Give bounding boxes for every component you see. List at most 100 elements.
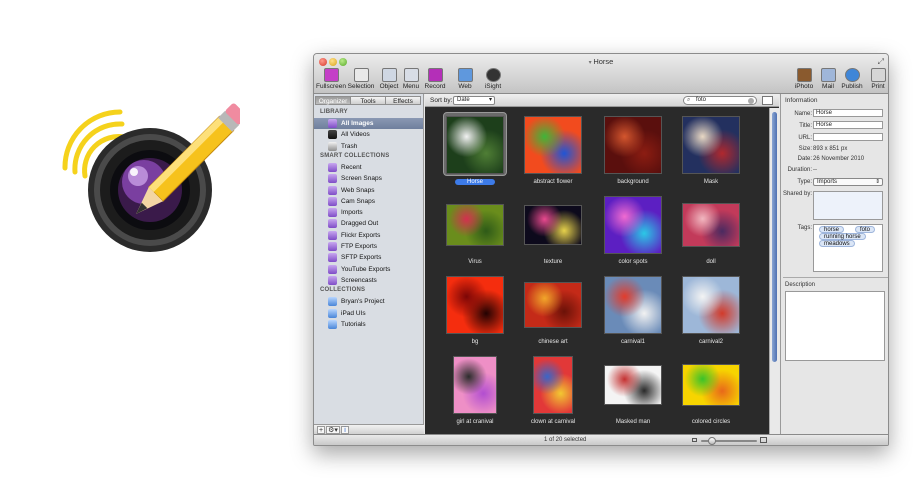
sidebar-tabs: Organizer Tools Effects: [315, 96, 421, 105]
search-input[interactable]: ⌕ foto: [683, 96, 757, 105]
thumbnail-image[interactable]: [446, 276, 504, 334]
thumbnail-caption[interactable]: color spots: [593, 259, 673, 265]
thumbnail-image[interactable]: [453, 356, 497, 414]
tags-field[interactable]: horse foto running horse meadows: [813, 224, 883, 272]
thumbnail-item[interactable]: doll: [671, 192, 751, 272]
tab-tools[interactable]: Tools: [350, 96, 386, 105]
selection-icon: [353, 68, 369, 82]
thumbnail-item[interactable]: Virus: [435, 192, 515, 272]
thumbnail-image[interactable]: [446, 116, 504, 174]
sidebar-item-recent[interactable]: Recent: [314, 162, 423, 173]
toolbar-fullscreen-button[interactable]: Fullscreen: [315, 68, 347, 92]
sort-select[interactable]: Date: [453, 96, 495, 105]
thumbnail-image[interactable]: [682, 364, 740, 406]
sidebar-item-flickr-exports[interactable]: Flickr Exports: [314, 230, 423, 241]
large-thumbnail-icon[interactable]: [760, 437, 767, 443]
thumbnail-image[interactable]: [682, 203, 740, 247]
sidebar-item-imports[interactable]: Imports: [314, 207, 423, 218]
small-thumbnail-icon[interactable]: [692, 438, 697, 442]
sidebar-item-bryan-s-project[interactable]: Bryan's Project: [314, 296, 423, 307]
fullscreen-corner-icon[interactable]: ⤢: [878, 57, 884, 67]
vertical-scrollbar[interactable]: [769, 108, 779, 435]
thumbnail-item[interactable]: color spots: [593, 192, 673, 272]
thumbnail-image[interactable]: [533, 356, 573, 414]
sidebar-item-all-images[interactable]: All Images: [314, 118, 423, 129]
clear-search-icon[interactable]: [748, 98, 754, 104]
thumbnail-caption[interactable]: carnival1: [593, 339, 673, 345]
thumbnail-caption[interactable]: background: [593, 179, 673, 185]
thumbnail-caption[interactable]: texture: [513, 259, 593, 265]
shared-by-box[interactable]: [813, 191, 883, 220]
sidebar-item-screen-snaps[interactable]: Screen Snaps: [314, 173, 423, 184]
view-mode-button[interactable]: [762, 96, 773, 105]
thumbnail-image[interactable]: [604, 365, 662, 405]
add-button[interactable]: +: [317, 426, 325, 434]
url-field[interactable]: [813, 133, 883, 141]
scrollbar-thumb[interactable]: [772, 112, 777, 362]
thumbnail-caption[interactable]: bg: [435, 339, 515, 345]
thumbnail-caption[interactable]: girl at cranival: [435, 419, 515, 425]
sidebar-item-dragged-out[interactable]: Dragged Out: [314, 218, 423, 229]
thumbnail-item[interactable]: texture: [513, 192, 593, 272]
description-field[interactable]: [785, 291, 885, 361]
toolbar-record-button[interactable]: Record: [419, 68, 451, 92]
thumbnail-image[interactable]: [524, 282, 582, 328]
tag-token[interactable]: horse: [819, 226, 845, 233]
thumbnail-image[interactable]: [682, 116, 740, 174]
title-field[interactable]: Horse: [813, 121, 883, 129]
thumbnail-caption[interactable]: chinese art: [513, 339, 593, 345]
sidebar-item-trash[interactable]: Trash: [314, 141, 423, 152]
tag-token[interactable]: meadows: [819, 240, 855, 247]
thumbnail-item[interactable]: Mask: [671, 112, 751, 192]
thumbnail-item[interactable]: girl at cranival: [435, 352, 515, 432]
thumbnail-caption[interactable]: Mask: [671, 179, 751, 185]
thumbnail-caption[interactable]: Horse: [455, 179, 495, 185]
toolbar-print-button[interactable]: Print: [862, 68, 888, 92]
thumbnail-item[interactable]: carnival2: [671, 272, 751, 352]
name-field[interactable]: Horse: [813, 109, 883, 117]
thumbnail-image[interactable]: [604, 276, 662, 334]
tab-effects[interactable]: Effects: [385, 96, 421, 105]
thumbnail-caption[interactable]: carnival2: [671, 339, 751, 345]
thumbnail-caption[interactable]: Virus: [435, 259, 515, 265]
sidebar-item-tutorials[interactable]: Tutorials: [314, 319, 423, 330]
sidebar-item-all-videos[interactable]: All Videos: [314, 129, 423, 140]
thumbnail-image[interactable]: [682, 276, 740, 334]
thumbnail-item[interactable]: bg: [435, 272, 515, 352]
thumbnail-caption[interactable]: colored circles: [671, 419, 751, 425]
info-button[interactable]: i: [341, 426, 349, 434]
sidebar-item-cam-snaps[interactable]: Cam Snaps: [314, 196, 423, 207]
thumbnail-caption[interactable]: abstract flower: [513, 179, 593, 185]
sidebar-item-ipad-uis[interactable]: iPad UIs: [314, 308, 423, 319]
thumbnail-image[interactable]: [604, 116, 662, 174]
sidebar-item-sftp-exports[interactable]: SFTP Exports: [314, 252, 423, 263]
action-menu-button[interactable]: ⚙▾: [326, 426, 340, 434]
zoom-slider-knob[interactable]: [708, 437, 717, 445]
thumbnail-item[interactable]: chinese art: [513, 272, 593, 352]
thumbnail-caption[interactable]: doll: [671, 259, 751, 265]
thumbnail-item[interactable]: carnival1: [593, 272, 673, 352]
thumbnail-image[interactable]: [604, 196, 662, 254]
thumbnail-caption[interactable]: Masked man: [593, 419, 673, 425]
thumbnail-caption[interactable]: clown at carnival: [513, 419, 593, 425]
thumbnail-image[interactable]: [524, 116, 582, 174]
description-label: Description: [785, 282, 816, 288]
tag-token[interactable]: foto: [855, 226, 876, 233]
thumbnail-item[interactable]: colored circles: [671, 352, 751, 432]
sidebar-item-screencasts[interactable]: Screencasts: [314, 275, 423, 286]
type-select[interactable]: Imports: [813, 178, 883, 186]
thumbnail-image[interactable]: [524, 205, 582, 245]
toolbar-isight-button[interactable]: iSight: [477, 68, 509, 92]
tab-organizer[interactable]: Organizer: [315, 96, 351, 105]
sidebar-item-youtube-exports[interactable]: YouTube Exports: [314, 264, 423, 275]
thumbnail-image[interactable]: [446, 204, 504, 246]
thumbnail-item[interactable]: Horse: [435, 112, 515, 192]
tag-token[interactable]: running horse: [819, 233, 866, 240]
thumbnail-item[interactable]: Masked man: [593, 352, 673, 432]
sidebar-item-web-snaps[interactable]: Web Snaps: [314, 185, 423, 196]
thumbnail-item[interactable]: background: [593, 112, 673, 192]
thumbnail-item[interactable]: abstract flower: [513, 112, 593, 192]
sidebar-item-ftp-exports[interactable]: FTP Exports: [314, 241, 423, 252]
thumbnail-item[interactable]: clown at carnival: [513, 352, 593, 432]
section-library: LIBRARY: [320, 109, 348, 115]
